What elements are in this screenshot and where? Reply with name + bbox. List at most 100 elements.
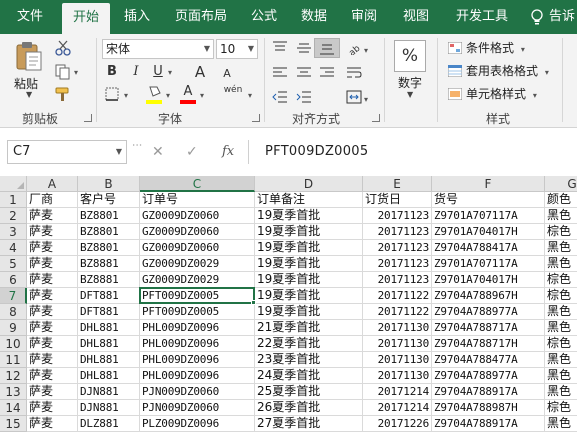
align-center-icon[interactable] [296, 66, 312, 80]
cell-g6[interactable]: 棕色 [545, 272, 577, 288]
row-header-4[interactable]: 4 [0, 240, 27, 256]
cell-a7[interactable]: 萨麦 [27, 288, 78, 304]
font-size-combo[interactable]: 10 ▼ [216, 39, 258, 59]
cell-c7[interactable]: PFT009DZ0005 [140, 288, 255, 304]
cell-g9[interactable]: 黑色 [545, 320, 577, 336]
orientation-dropdown-icon[interactable]: ▾ [364, 46, 368, 55]
tab-insert[interactable]: 插入 [114, 0, 160, 34]
cell-a2[interactable]: 萨麦 [27, 208, 78, 224]
cell-c8[interactable]: PFT009DZ0005 [140, 304, 255, 320]
row-header-2[interactable]: 2 [0, 208, 27, 224]
cell-d10[interactable]: 22夏季首批 [255, 336, 363, 352]
cell-d15[interactable]: 27夏季首批 [255, 416, 363, 432]
tab-view[interactable]: 视图 [394, 0, 438, 34]
cell-d1[interactable]: 订单备注 [255, 192, 363, 208]
middle-align-icon[interactable] [296, 41, 312, 55]
cell-a10[interactable]: 萨麦 [27, 336, 78, 352]
column-header-a[interactable]: A [27, 176, 78, 192]
name-box[interactable]: C7 ▼ [7, 140, 127, 164]
tell-me-search[interactable]: 告诉 [549, 0, 575, 34]
cell-e13[interactable]: 20171214 [363, 384, 432, 400]
cell-b15[interactable]: DLZ881 [78, 416, 140, 432]
cell-f9[interactable]: Z9704A788717A [432, 320, 545, 336]
borders-dropdown-icon[interactable]: ▾ [124, 91, 128, 100]
cell-c11[interactable]: PHL009DZ0096 [140, 352, 255, 368]
row-header-14[interactable]: 14 [0, 400, 27, 416]
cell-e4[interactable]: 20171123 [363, 240, 432, 256]
insert-function-icon[interactable]: fx [222, 140, 234, 164]
cell-f6[interactable]: Z9701A704017H [432, 272, 545, 288]
cell-d9[interactable]: 21夏季首批 [255, 320, 363, 336]
cell-e2[interactable]: 20171123 [363, 208, 432, 224]
cell-e12[interactable]: 20171130 [363, 368, 432, 384]
font-color-dropdown-icon[interactable]: ▾ [200, 91, 204, 100]
cell-g4[interactable]: 黑色 [545, 240, 577, 256]
cell-c2[interactable]: GZ0009DZ0060 [140, 208, 255, 224]
row-header-13[interactable]: 13 [0, 384, 27, 400]
row-header-1[interactable]: 1 [0, 192, 27, 208]
cell-d5[interactable]: 19夏季首批 [255, 256, 363, 272]
grow-font-button[interactable]: A [192, 62, 208, 82]
merge-center-icon[interactable] [346, 90, 362, 104]
row-header-6[interactable]: 6 [0, 272, 27, 288]
cell-d3[interactable]: 19夏季首批 [255, 224, 363, 240]
orientation-icon[interactable]: ab [346, 41, 362, 55]
cell-b14[interactable]: DJN881 [78, 400, 140, 416]
fill-handle[interactable] [251, 300, 256, 305]
cell-c10[interactable]: PHL009DZ0096 [140, 336, 255, 352]
cell-f8[interactable]: Z9704A788977A [432, 304, 545, 320]
conditional-formatting-button[interactable]: 条件格式 ▾ [448, 38, 525, 58]
cell-e7[interactable]: 20171122 [363, 288, 432, 304]
underline-dropdown-icon[interactable]: ▾ [168, 68, 172, 77]
tab-formulas[interactable]: 公式 [242, 0, 286, 34]
cell-b7[interactable]: DFT881 [78, 288, 140, 304]
increase-indent-icon[interactable] [296, 90, 312, 104]
tab-home[interactable]: 开始 [62, 3, 110, 34]
copy-dropdown-icon[interactable]: ▾ [74, 68, 78, 77]
column-header-f[interactable]: F [432, 176, 545, 192]
tab-review[interactable]: 审阅 [342, 0, 386, 34]
cell-f2[interactable]: Z9701A707117A [432, 208, 545, 224]
alignment-launcher-icon[interactable] [372, 114, 380, 122]
cell-b13[interactable]: DJN881 [78, 384, 140, 400]
select-all-button[interactable] [0, 176, 27, 192]
cell-a6[interactable]: 萨麦 [27, 272, 78, 288]
phonetic-guide-button[interactable]: wén [220, 80, 246, 100]
fill-color-dropdown-icon[interactable]: ▾ [166, 91, 170, 100]
cell-c15[interactable]: PLZ009DZ0096 [140, 416, 255, 432]
cell-d12[interactable]: 24夏季首批 [255, 368, 363, 384]
underline-button[interactable]: U [150, 62, 166, 82]
tab-data[interactable]: 数据 [292, 0, 336, 34]
cell-e5[interactable]: 20171123 [363, 256, 432, 272]
cell-b3[interactable]: BZ8801 [78, 224, 140, 240]
cell-f11[interactable]: Z9704A788477A [432, 352, 545, 368]
cell-c3[interactable]: GZ0009DZ0060 [140, 224, 255, 240]
formula-input[interactable]: PFT009DZ0005 [265, 140, 368, 164]
cell-c9[interactable]: PHL009DZ0096 [140, 320, 255, 336]
cell-b2[interactable]: BZ8801 [78, 208, 140, 224]
cell-f1[interactable]: 货号 [432, 192, 545, 208]
top-align-icon[interactable] [272, 41, 288, 55]
format-as-table-button[interactable]: 套用表格格式 ▾ [448, 61, 549, 81]
enter-icon[interactable]: ✓ [186, 140, 198, 164]
cell-f7[interactable]: Z9704A788967H [432, 288, 545, 304]
number-dropdown-icon[interactable]: ▼ [407, 90, 413, 99]
italic-button[interactable]: I [128, 62, 144, 82]
font-launcher-icon[interactable] [252, 114, 260, 122]
cell-e14[interactable]: 20171214 [363, 400, 432, 416]
merge-dropdown-icon[interactable]: ▾ [364, 95, 368, 104]
fill-color-icon[interactable] [146, 84, 164, 100]
bold-button[interactable]: B [104, 62, 120, 82]
decrease-indent-icon[interactable] [272, 90, 288, 104]
cell-e6[interactable]: 20171123 [363, 272, 432, 288]
cell-a15[interactable]: 萨麦 [27, 416, 78, 432]
cell-b5[interactable]: BZ8881 [78, 256, 140, 272]
column-header-g[interactable]: G [545, 176, 577, 192]
column-header-e[interactable]: E [363, 176, 432, 192]
cell-d11[interactable]: 23夏季首批 [255, 352, 363, 368]
cell-e15[interactable]: 20171226 [363, 416, 432, 432]
cell-f15[interactable]: Z9704A788917A [432, 416, 545, 432]
clipboard-launcher-icon[interactable] [84, 114, 92, 122]
row-header-15[interactable]: 15 [0, 416, 27, 432]
cell-a9[interactable]: 萨麦 [27, 320, 78, 336]
